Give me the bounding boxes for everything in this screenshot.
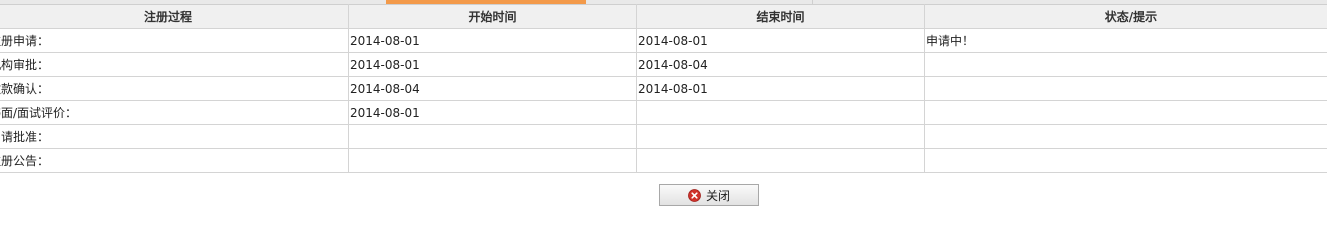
table-header-row: 注册过程 开始时间 结束时间 状态/提示 [0, 4, 1327, 29]
cell-step: 书面/面试评价： [0, 100, 349, 125]
footer-actions: 关闭 [659, 184, 759, 206]
cell-end-time: 2014-08-01 [636, 28, 925, 53]
cell-step: 机构审批： [0, 52, 349, 77]
cell-start-time [348, 124, 637, 149]
header-step: 注册过程 [0, 4, 349, 29]
cell-step: 注册申请： [0, 28, 349, 53]
cell-status: 申请中！ [924, 28, 1327, 53]
header-start-time: 开始时间 [348, 4, 637, 29]
cell-status [924, 76, 1327, 101]
close-button-label: 关闭 [705, 188, 730, 203]
close-circle-icon [688, 188, 701, 202]
cell-end-time: 2014-08-01 [636, 76, 925, 101]
cell-status [924, 100, 1327, 125]
cell-status [924, 124, 1327, 149]
cell-end-time [636, 148, 925, 173]
cell-status [924, 52, 1327, 77]
header-end-time: 结束时间 [636, 4, 925, 29]
close-button[interactable]: 关闭 [659, 184, 759, 206]
header-status: 状态/提示 [924, 4, 1327, 29]
cell-step: 申请批准： [0, 124, 349, 149]
cell-start-time: 2014-08-01 [348, 100, 637, 125]
table-row: 申请批准： [0, 124, 1327, 149]
cell-start-time: 2014-08-01 [348, 28, 637, 53]
cell-end-time [636, 124, 925, 149]
table-row: 缴款确认： 2014-08-04 2014-08-01 [0, 76, 1327, 101]
cell-start-time: 2014-08-01 [348, 52, 637, 77]
table-row: 机构审批： 2014-08-01 2014-08-04 [0, 52, 1327, 77]
cell-start-time: 2014-08-04 [348, 76, 637, 101]
cell-end-time [636, 100, 925, 125]
cell-status [924, 148, 1327, 173]
table-row: 注册申请： 2014-08-01 2014-08-01 申请中！ [0, 28, 1327, 53]
table-row: 注册公告： [0, 148, 1327, 173]
registration-progress-table: 注册过程 开始时间 结束时间 状态/提示 注册申请： 2014-08-01 20… [0, 4, 1327, 173]
cell-step: 缴款确认： [0, 76, 349, 101]
registration-progress-panel: 注册过程 开始时间 结束时间 状态/提示 注册申请： 2014-08-01 20… [0, 0, 1327, 239]
cell-end-time: 2014-08-04 [636, 52, 925, 77]
cell-start-time [348, 148, 637, 173]
cell-step: 注册公告： [0, 148, 349, 173]
table-row: 书面/面试评价： 2014-08-01 [0, 100, 1327, 125]
